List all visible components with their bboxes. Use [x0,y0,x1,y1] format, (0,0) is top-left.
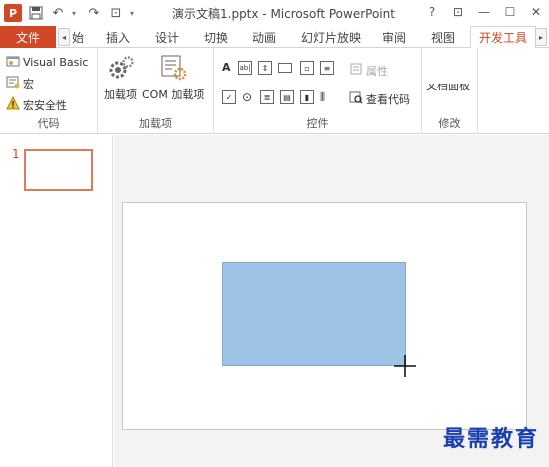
group-controls: A ab| ⇕ ▫ ≡ ✓ ⊙ ≣ ▤ ▮ ⫴ 属性 查看代码 控件 [214,48,422,134]
visual-basic-icon [6,54,20,71]
com-addins-icon [158,54,188,85]
properties-icon [349,62,363,79]
ribbon-display-options-icon[interactable]: ⊡ [445,0,471,24]
ribbon-tabs: 文件 ◂ 始 插入 设计 切换 动画 幻灯片放映 审阅 视图 开发工具 ▸ [0,26,549,49]
crosshair-cursor-icon [394,355,416,377]
properties-label: 属性 [366,64,388,78]
undo-icon[interactable]: ↶ [50,5,66,21]
view-code-label: 查看代码 [366,92,410,106]
view-code-button[interactable]: 查看代码 [349,90,410,107]
tab-developer[interactable]: 开发工具 [470,26,537,49]
slide-thumbnail[interactable] [24,149,93,191]
properties-button[interactable]: 属性 [349,62,388,79]
maximize-icon[interactable]: ☐ [497,0,523,24]
combobox-control-icon[interactable]: ▤ [280,90,294,104]
window-title: 演示文稿1.pptx - Microsoft PowerPoint [172,7,395,21]
document-panel-button[interactable]: 文档面板 [426,84,470,94]
warning-icon [6,95,20,113]
image-control-icon[interactable]: ▫ [300,61,314,75]
group-addins-label: 加载项 [139,117,172,130]
more-controls-icon[interactable]: ⫴ [320,90,325,105]
scrollbar-control-icon[interactable]: ≡ [320,61,334,75]
macros-icon [6,75,20,92]
undo-dropdown-icon[interactable]: ▾ [72,9,80,18]
quick-access-toolbar: P ↶ ▾ ↷ ⊡ ▾ [4,4,138,22]
spin-button-control-icon[interactable]: ⇕ [258,61,272,75]
redo-icon[interactable]: ↷ [86,5,102,21]
slide-number: 1 [12,147,20,161]
slide-canvas[interactable] [122,202,527,430]
addins-label: 加载项 [104,88,137,101]
tab-transitions[interactable]: 切换 [204,26,228,48]
powerpoint-logo-icon: P [4,4,22,22]
tab-slideshow[interactable]: 幻灯片放映 [301,26,361,48]
option-button-control-icon[interactable]: ⊙ [242,90,252,104]
save-icon[interactable] [28,5,44,21]
com-addins-label: COM 加载项 [142,88,205,101]
group-code-label: 代码 [37,117,60,130]
tab-file[interactable]: 文件 [0,26,56,48]
visual-basic-button[interactable]: Visual Basic [6,54,88,71]
tab-insert[interactable]: 插入 [106,26,130,48]
view-code-icon [349,90,363,107]
com-addins-button[interactable]: COM 加载项 [142,54,204,102]
listbox-control-icon[interactable]: ≣ [260,90,274,104]
tab-review[interactable]: 审阅 [382,26,406,48]
watermark-text: 最需教育 [442,426,539,452]
group-modify: 文档面板 修改 [422,48,478,134]
tab-home-partial[interactable]: 始 [72,26,84,48]
group-addins: 加载项 COM 加载项 加载项 [98,48,214,134]
ribbon: Visual Basic 宏 宏安全性 代码 加载项 COM 加载项 加载项 A… [0,48,549,134]
gears-icon [107,54,135,85]
command-button-control-icon[interactable] [278,63,292,73]
macros-label: 宏 [23,77,34,91]
textbox-control-icon[interactable]: ab| [238,61,252,75]
addins-button[interactable]: 加载项 [104,54,137,102]
window-controls: ? ⊡ — ☐ ✕ [419,0,549,24]
slide-editing-area [114,135,549,467]
customize-qat-icon[interactable]: ▾ [130,9,138,18]
toggle-button-control-icon[interactable]: ▮ [300,90,314,104]
tabs-scroll-right-icon[interactable]: ▸ [535,28,547,46]
start-slideshow-icon[interactable]: ⊡ [108,5,124,21]
tab-animations[interactable]: 动画 [252,26,276,48]
tab-view[interactable]: 视图 [431,26,455,48]
macros-button[interactable]: 宏 [6,75,34,92]
group-controls-label: 控件 [306,117,329,130]
group-modify-label: 修改 [438,117,461,130]
minimize-icon[interactable]: — [471,0,497,24]
checkbox-control-icon[interactable]: ✓ [222,90,236,104]
document-panel-label: 文档面板 [426,84,470,92]
help-icon[interactable]: ? [419,0,445,24]
tabs-scroll-left-icon[interactable]: ◂ [58,28,70,46]
macro-security-label: 宏安全性 [23,98,67,112]
label-control-icon[interactable]: A [222,61,231,74]
title-bar: P ↶ ▾ ↷ ⊡ ▾ 演示文稿1.pptx - Microsoft Power… [0,0,549,26]
rectangle-shape[interactable] [222,262,406,366]
slide-thumbnails-pane: 1 [0,135,113,467]
visual-basic-label: Visual Basic [23,56,89,69]
macro-security-button[interactable]: 宏安全性 [6,95,67,113]
group-code: Visual Basic 宏 宏安全性 代码 [0,48,98,134]
tab-design[interactable]: 设计 [155,26,179,48]
close-icon[interactable]: ✕ [523,0,549,24]
